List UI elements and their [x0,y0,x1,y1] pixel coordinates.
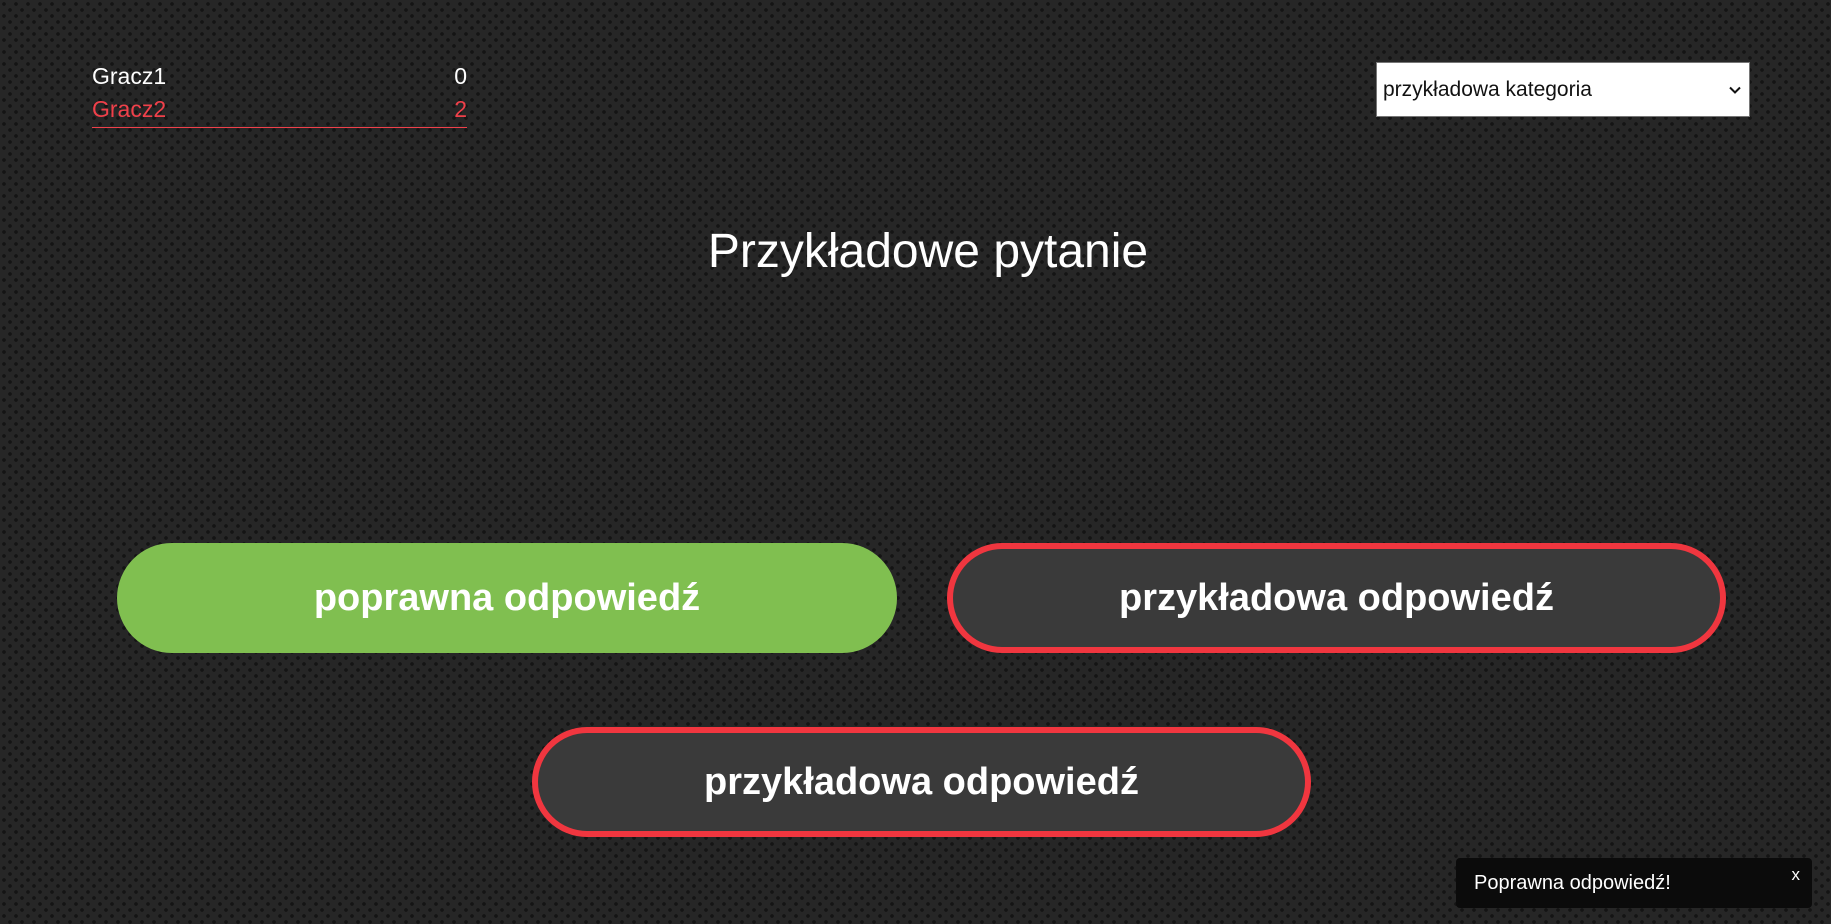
answer-button[interactable]: przykładowa odpowiedź [532,727,1311,837]
scoreboard: Gracz1 0 Gracz2 2 [92,60,467,128]
answer-button[interactable]: przykładowa odpowiedź [947,543,1726,653]
category-select[interactable]: przykładowa kategoria [1376,62,1750,117]
player-name: Gracz1 [92,63,167,89]
category-select-value: przykładowa kategoria [1383,77,1592,101]
toast-message: Poprawna odpowiedź! [1474,871,1671,894]
answer-button-correct[interactable]: poprawna odpowiedź [117,543,897,653]
player-row-gracz2: Gracz2 2 [92,93,467,128]
player-name: Gracz2 [92,96,167,122]
player-score: 0 [454,63,467,89]
chevron-down-icon [1727,82,1743,98]
close-icon[interactable]: x [1792,866,1801,883]
player-row-gracz1: Gracz1 0 [92,60,467,93]
question-text: Przykładowe pytanie [707,225,1149,278]
player-score: 2 [454,96,467,122]
toast-notification: Poprawna odpowiedź! x [1456,858,1812,908]
